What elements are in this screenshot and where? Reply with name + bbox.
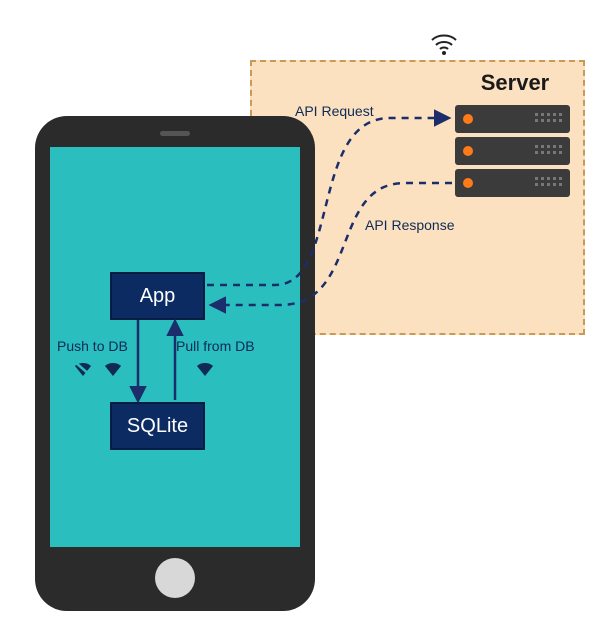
api-request-arrow bbox=[207, 118, 448, 285]
api-response-arrow bbox=[212, 183, 452, 305]
arrows-layer bbox=[0, 0, 615, 624]
diagram-stage: Server App SQLite Push to DB Pull from D… bbox=[0, 0, 615, 624]
